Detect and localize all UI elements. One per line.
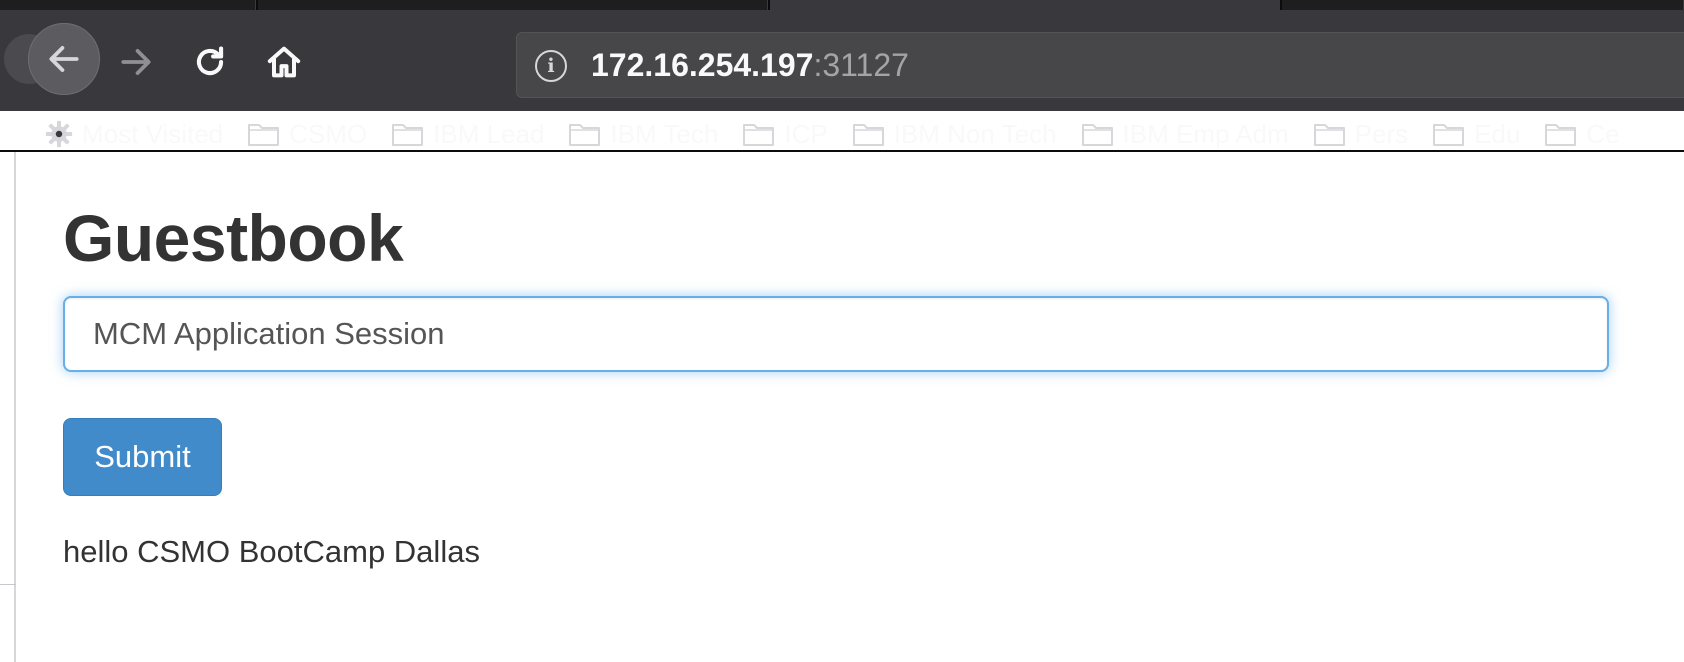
back-button[interactable] xyxy=(28,23,100,95)
forward-button[interactable] xyxy=(112,38,160,86)
guestbook-input[interactable] xyxy=(63,296,1609,372)
submit-button[interactable]: Submit xyxy=(63,418,222,496)
bookmark-label: Most Visited xyxy=(82,118,224,149)
url-host: 172.16.254.197 xyxy=(591,47,814,83)
bookmark-label: ICP xyxy=(784,118,828,149)
folder-icon xyxy=(1081,120,1115,148)
address-bar[interactable]: i 172.16.254.197:31127 xyxy=(516,32,1684,98)
tab[interactable] xyxy=(258,0,768,10)
folder-icon xyxy=(568,120,602,148)
sidebar-edge xyxy=(0,152,16,662)
bookmark-label: IBM Tech xyxy=(610,118,719,149)
bookmark-label: CSMO xyxy=(289,118,368,149)
tab[interactable] xyxy=(1282,0,1684,10)
url-text[interactable]: 172.16.254.197:31127 xyxy=(591,45,909,85)
page-title: Guestbook xyxy=(63,201,404,275)
tab-active[interactable] xyxy=(770,0,1280,10)
bookmark-label: Edu xyxy=(1474,118,1521,149)
url-port: :31127 xyxy=(813,47,909,83)
folder-icon xyxy=(247,120,281,148)
folder-icon xyxy=(1432,120,1466,148)
folder-icon xyxy=(1544,120,1578,148)
reload-button[interactable] xyxy=(186,38,234,86)
browser-window: i 172.16.254.197:31127 Most Visited CSMO I… xyxy=(0,0,1684,662)
page-content: Guestbook Submit hello CSMO BootCamp Dal… xyxy=(63,152,1623,662)
bookmark-ce[interactable]: Ce xyxy=(1544,118,1620,150)
folder-icon xyxy=(1313,120,1347,148)
bookmark-edu[interactable]: Edu xyxy=(1432,119,1520,150)
guestbook-entry: hello CSMO BootCamp Dallas xyxy=(63,534,480,569)
folder-icon xyxy=(742,120,776,148)
bookmark-most-visited[interactable]: Most Visited xyxy=(44,119,223,150)
folder-icon xyxy=(391,120,425,148)
bookmark-label: Pers xyxy=(1354,118,1409,149)
folder-icon xyxy=(852,120,886,148)
bookmark-label: IBM Lead xyxy=(433,118,545,149)
bookmark-label: IBM Non Tech xyxy=(893,118,1057,149)
bookmark-ibm-tech[interactable]: IBM Tech xyxy=(568,119,718,150)
bookmark-ibm-emp-adm[interactable]: IBM Emp Adm xyxy=(1081,119,1289,150)
gear-icon xyxy=(44,119,74,149)
bookmark-ibm-non-tech[interactable]: IBM Non Tech xyxy=(852,119,1057,150)
reload-icon xyxy=(196,46,224,76)
bookmark-csmo[interactable]: CSMO xyxy=(247,119,367,150)
info-icon[interactable]: i xyxy=(535,50,567,82)
bookmark-pers[interactable]: Pers xyxy=(1313,119,1408,150)
tab-strip xyxy=(0,0,1684,10)
home-button[interactable] xyxy=(258,38,310,86)
bookmark-ibm-lead[interactable]: IBM Lead xyxy=(391,119,544,150)
bookmark-label: Ce xyxy=(1586,118,1620,149)
toolbar: i 172.16.254.197:31127 Most Visited CSMO I… xyxy=(0,10,1684,149)
tab[interactable] xyxy=(0,0,256,10)
bookmark-icp[interactable]: ICP xyxy=(742,118,828,150)
sidebar-divider xyxy=(0,584,16,585)
bookmark-label: IBM Emp Adm xyxy=(1122,118,1289,149)
arrow-left-icon xyxy=(49,46,79,72)
arrow-right-icon xyxy=(121,49,151,75)
home-icon xyxy=(267,46,301,78)
